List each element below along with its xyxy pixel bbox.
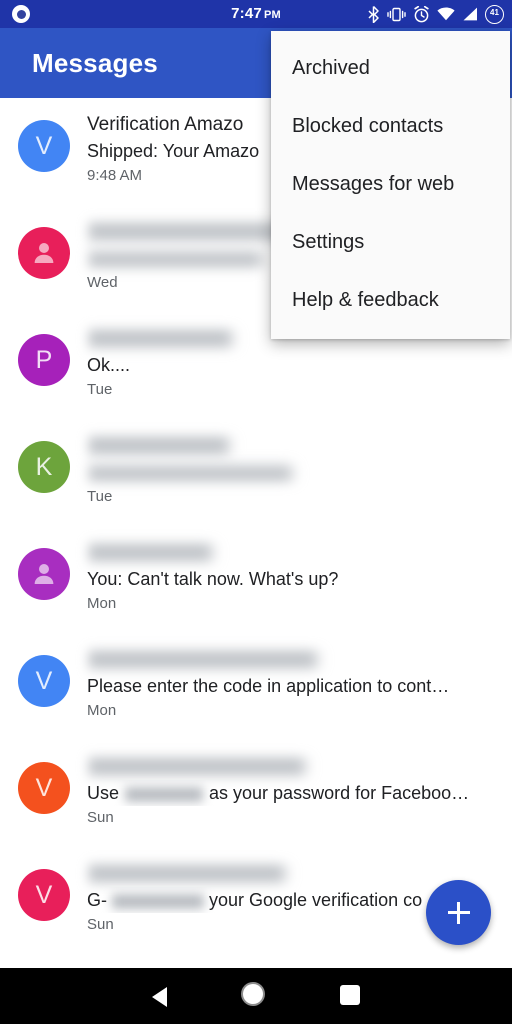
conversation-text: You: Can't talk now. What's up? Mon (87, 540, 487, 616)
conversation-title (87, 433, 487, 459)
avatar: K (18, 441, 70, 493)
signal-icon (463, 7, 477, 21)
recents-icon[interactable] (340, 985, 360, 1005)
conversation-row[interactable]: V Please enter the code in application t… (0, 633, 512, 740)
menu-item-archived[interactable]: Archived (271, 39, 510, 97)
conversation-snippet (87, 459, 487, 485)
avatar-letter: K (35, 452, 53, 481)
snippet-prefix: Use (87, 783, 120, 803)
vibrate-icon (387, 7, 406, 21)
phone-screen: 7:47 PM 41 Messages V Verification Amazo… (0, 0, 512, 1024)
avatar: P (18, 334, 70, 386)
avatar: V (18, 869, 70, 921)
menu-item-messages-for-web[interactable]: Messages for web (271, 155, 510, 213)
conversation-title (87, 754, 487, 780)
conversation-row[interactable]: You: Can't talk now. What's up? Mon (0, 526, 512, 633)
conversation-text: Use as your password for Faceboo… Sun (87, 754, 487, 830)
status-bar: 7:47 PM 41 (0, 0, 512, 28)
conversation-text: Tue (87, 433, 487, 509)
bluetooth-icon (368, 5, 379, 23)
conversation-snippet: You: Can't talk now. What's up? (87, 569, 339, 589)
snippet-suffix: your Google verification co (209, 890, 423, 910)
avatar-letter: V (35, 773, 53, 802)
conversation-row[interactable]: K Tue (0, 419, 512, 526)
conversation-text: Please enter the code in application to … (87, 647, 487, 723)
snippet-suffix: as your password for Faceboo… (209, 783, 470, 803)
menu-item-blocked-contacts[interactable]: Blocked contacts (271, 97, 510, 155)
menu-item-help-and-feedback[interactable]: Help & feedback (271, 271, 510, 329)
person-icon (34, 243, 54, 263)
conversation-text: G-your Google verification co Sun (87, 861, 487, 937)
conversation-timestamp: Mon (87, 595, 117, 612)
status-time: 7:47 (231, 5, 262, 22)
battery-level: 41 (490, 7, 499, 17)
conversation-timestamp: Sun (87, 809, 114, 826)
conversation-row[interactable]: V Use as your password for Faceboo… Sun (0, 740, 512, 847)
back-icon[interactable] (152, 987, 167, 1007)
conversation-snippet: Please enter the code in application to … (87, 676, 450, 696)
avatar (18, 548, 70, 600)
status-icons: 41 (367, 0, 504, 28)
conversation-timestamp: Tue (87, 488, 113, 505)
avatar-letter: P (35, 345, 53, 374)
plus-icon (447, 901, 470, 924)
avatar: V (18, 120, 70, 172)
wifi-icon (437, 7, 455, 21)
snippet-prefix: G- (87, 890, 107, 910)
compose-fab-button[interactable] (426, 880, 491, 945)
avatar: V (18, 655, 70, 707)
conversation-snippet: Ok.... (87, 355, 131, 375)
avatar (18, 227, 70, 279)
status-ampm: PM (263, 9, 281, 21)
battery-icon: 41 (485, 4, 504, 24)
alarm-icon (414, 5, 429, 22)
avatar-letter: V (35, 880, 53, 909)
home-icon[interactable] (243, 984, 263, 1004)
conversation-timestamp: Tue (87, 381, 113, 398)
avatar-letter: V (35, 666, 53, 695)
conversation-timestamp: Mon (87, 702, 117, 719)
avatar: V (18, 762, 70, 814)
avatar-letter: V (35, 131, 53, 160)
conversation-title (87, 647, 487, 673)
conversation-title (87, 861, 487, 887)
person-icon (34, 564, 54, 584)
page-title: Messages (32, 48, 158, 78)
conversation-title (87, 540, 487, 566)
menu-item-settings[interactable]: Settings (271, 213, 510, 271)
overflow-menu[interactable]: Archived Blocked contacts Messages for w… (271, 31, 510, 339)
android-nav-bar (0, 968, 512, 1024)
conversation-snippet: Use as your password for Faceboo… (87, 780, 487, 806)
